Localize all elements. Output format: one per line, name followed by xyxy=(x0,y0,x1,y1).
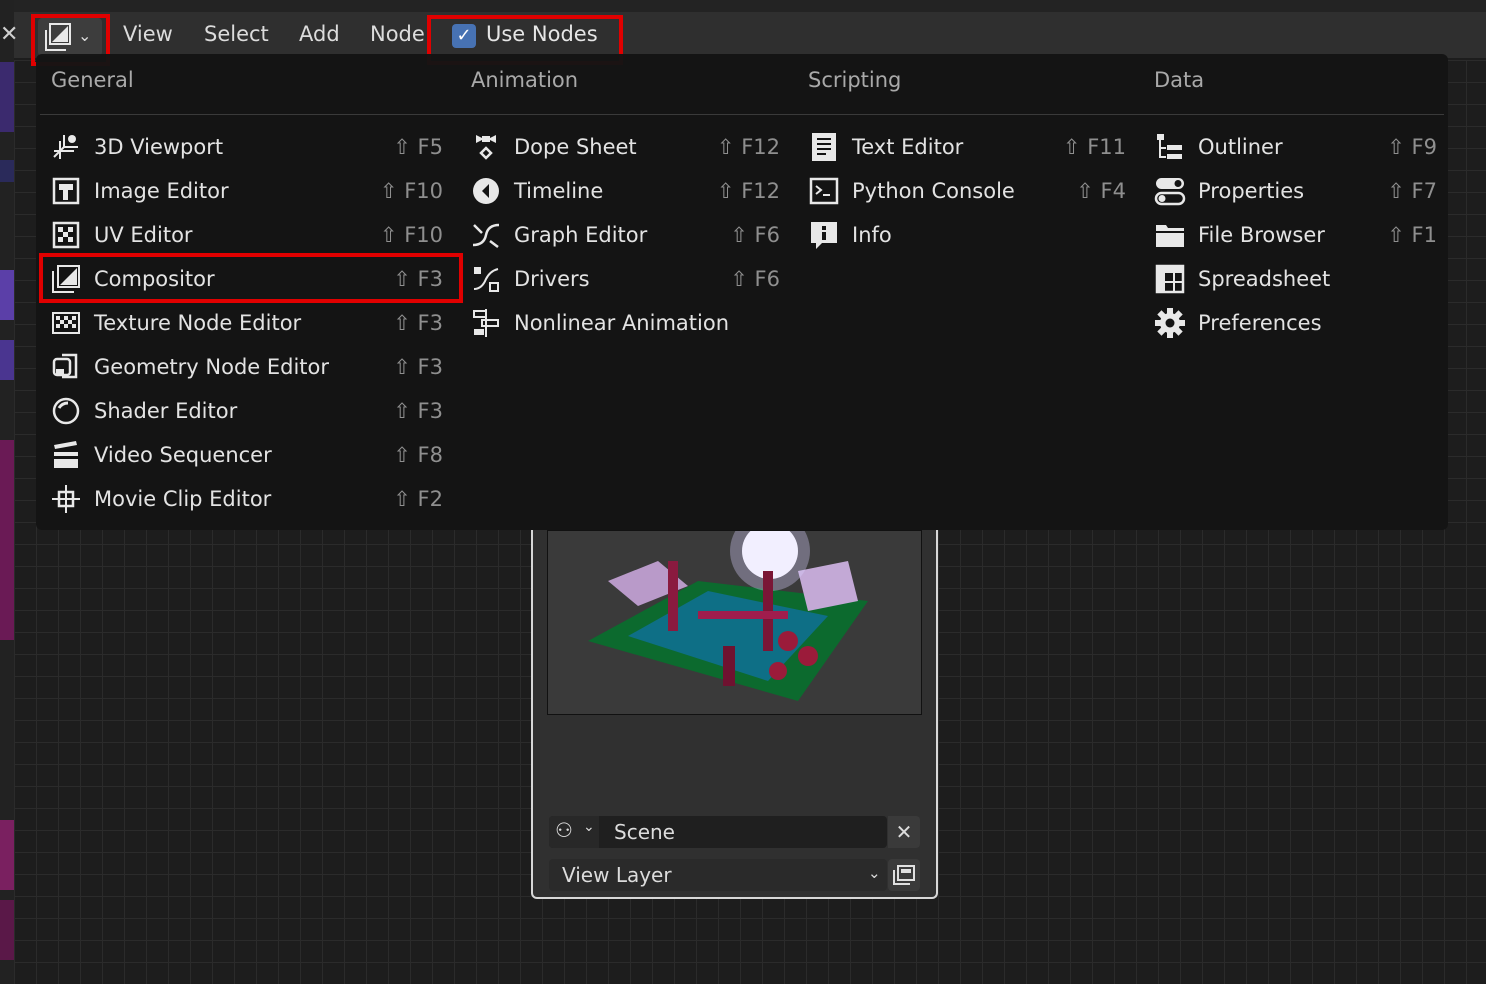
menu-item-python-console[interactable]: Python Console ⇧ F4 xyxy=(808,171,1126,211)
menu-select[interactable]: Select xyxy=(204,22,269,46)
text-editor-icon xyxy=(812,133,836,161)
3d-viewport-icon xyxy=(53,135,78,159)
menu-view[interactable]: View xyxy=(123,22,173,46)
menu-item-outliner[interactable]: Outliner ⇧ F9 xyxy=(1154,127,1437,167)
render-preview-image xyxy=(547,530,922,715)
scene-data-icon: ⚇ xyxy=(555,818,573,842)
chevron-down-icon: ⌄ xyxy=(868,864,881,882)
graph-editor-icon xyxy=(472,223,500,248)
preferences-icon xyxy=(1155,308,1185,338)
menu-item-preferences[interactable]: Preferences xyxy=(1154,303,1437,343)
menu-item-text-editor[interactable]: Text Editor ⇧ F11 xyxy=(808,127,1126,167)
menu-item-file-browser[interactable]: File Browser ⇧ F1 xyxy=(1154,215,1437,255)
menu-add[interactable]: Add xyxy=(299,22,340,46)
close-icon: ✕ xyxy=(895,820,913,844)
scene-browse-button[interactable]: ⚇ ⌄ xyxy=(549,816,599,848)
menu-item-drivers[interactable]: Drivers ⇧ F6 xyxy=(470,259,780,299)
menu-item-graph-editor[interactable]: Graph Editor ⇧ F6 xyxy=(470,215,780,255)
column-heading-animation: Animation xyxy=(471,68,579,92)
file-browser-icon xyxy=(1156,225,1184,247)
properties-icon xyxy=(1154,178,1186,206)
column-heading-data: Data xyxy=(1154,68,1205,92)
view-layer-label: View Layer xyxy=(562,863,672,887)
top-area-border xyxy=(0,0,1486,12)
menu-item-info[interactable]: Info xyxy=(808,215,1126,255)
column-heading-scripting: Scripting xyxy=(808,68,902,92)
scene-selector[interactable] xyxy=(549,816,887,848)
render-layer-icon xyxy=(893,865,915,885)
menu-item-timeline[interactable]: Timeline ⇧ F12 xyxy=(470,171,780,211)
outliner-icon xyxy=(1157,134,1182,159)
drivers-icon xyxy=(473,267,499,292)
texture-node-icon xyxy=(52,312,80,334)
video-sequencer-icon xyxy=(54,441,78,468)
spreadsheet-icon xyxy=(1155,264,1185,294)
adjacent-area-strip xyxy=(0,0,14,984)
menu-item-properties[interactable]: Properties ⇧ F7 xyxy=(1154,171,1437,211)
image-editor-icon xyxy=(52,177,80,205)
python-console-icon xyxy=(809,177,839,205)
chevron-down-icon: ⌄ xyxy=(583,819,595,835)
menu-item-movie-clip-editor[interactable]: Movie Clip Editor ⇧ F2 xyxy=(50,479,443,519)
geometry-node-icon xyxy=(52,353,78,379)
menu-item-spreadsheet[interactable]: Spreadsheet xyxy=(1154,259,1437,299)
column-heading-general: General xyxy=(51,68,134,92)
render-layer-button[interactable] xyxy=(888,859,920,891)
scene-clear-button[interactable]: ✕ xyxy=(888,816,920,848)
nla-icon xyxy=(473,309,499,337)
movie-clip-icon xyxy=(52,485,80,513)
dope-sheet-icon xyxy=(476,135,496,160)
menu-item-uv-editor[interactable]: UV Editor ⇧ F10 xyxy=(50,215,443,255)
info-icon xyxy=(811,222,837,249)
menu-item-image-editor[interactable]: Image Editor ⇧ F10 xyxy=(50,171,443,211)
close-icon[interactable]: ✕ xyxy=(0,22,18,47)
menu-item-3d-viewport[interactable]: 3D Viewport ⇧ F5 xyxy=(50,127,443,167)
shader-editor-icon xyxy=(52,397,80,425)
menu-item-shader-editor[interactable]: Shader Editor ⇧ F3 xyxy=(50,391,443,431)
scene-render-thumbnail xyxy=(588,531,868,701)
menu-item-geometry-node-editor[interactable]: Geometry Node Editor ⇧ F3 xyxy=(50,347,443,387)
menu-item-dope-sheet[interactable]: Dope Sheet ⇧ F12 xyxy=(470,127,780,167)
timeline-icon xyxy=(473,178,499,204)
menu-item-texture-node-editor[interactable]: Texture Node Editor ⇧ F3 xyxy=(50,303,443,343)
menu-separator xyxy=(40,114,1444,115)
uv-editor-icon xyxy=(52,221,80,249)
menu-item-video-sequencer[interactable]: Video Sequencer ⇧ F8 xyxy=(50,435,443,475)
scene-name[interactable]: Scene xyxy=(614,820,675,844)
menu-node[interactable]: Node xyxy=(370,22,425,46)
menu-item-nonlinear-animation[interactable]: Nonlinear Animation xyxy=(470,303,780,343)
highlight-compositor-item xyxy=(39,253,463,303)
